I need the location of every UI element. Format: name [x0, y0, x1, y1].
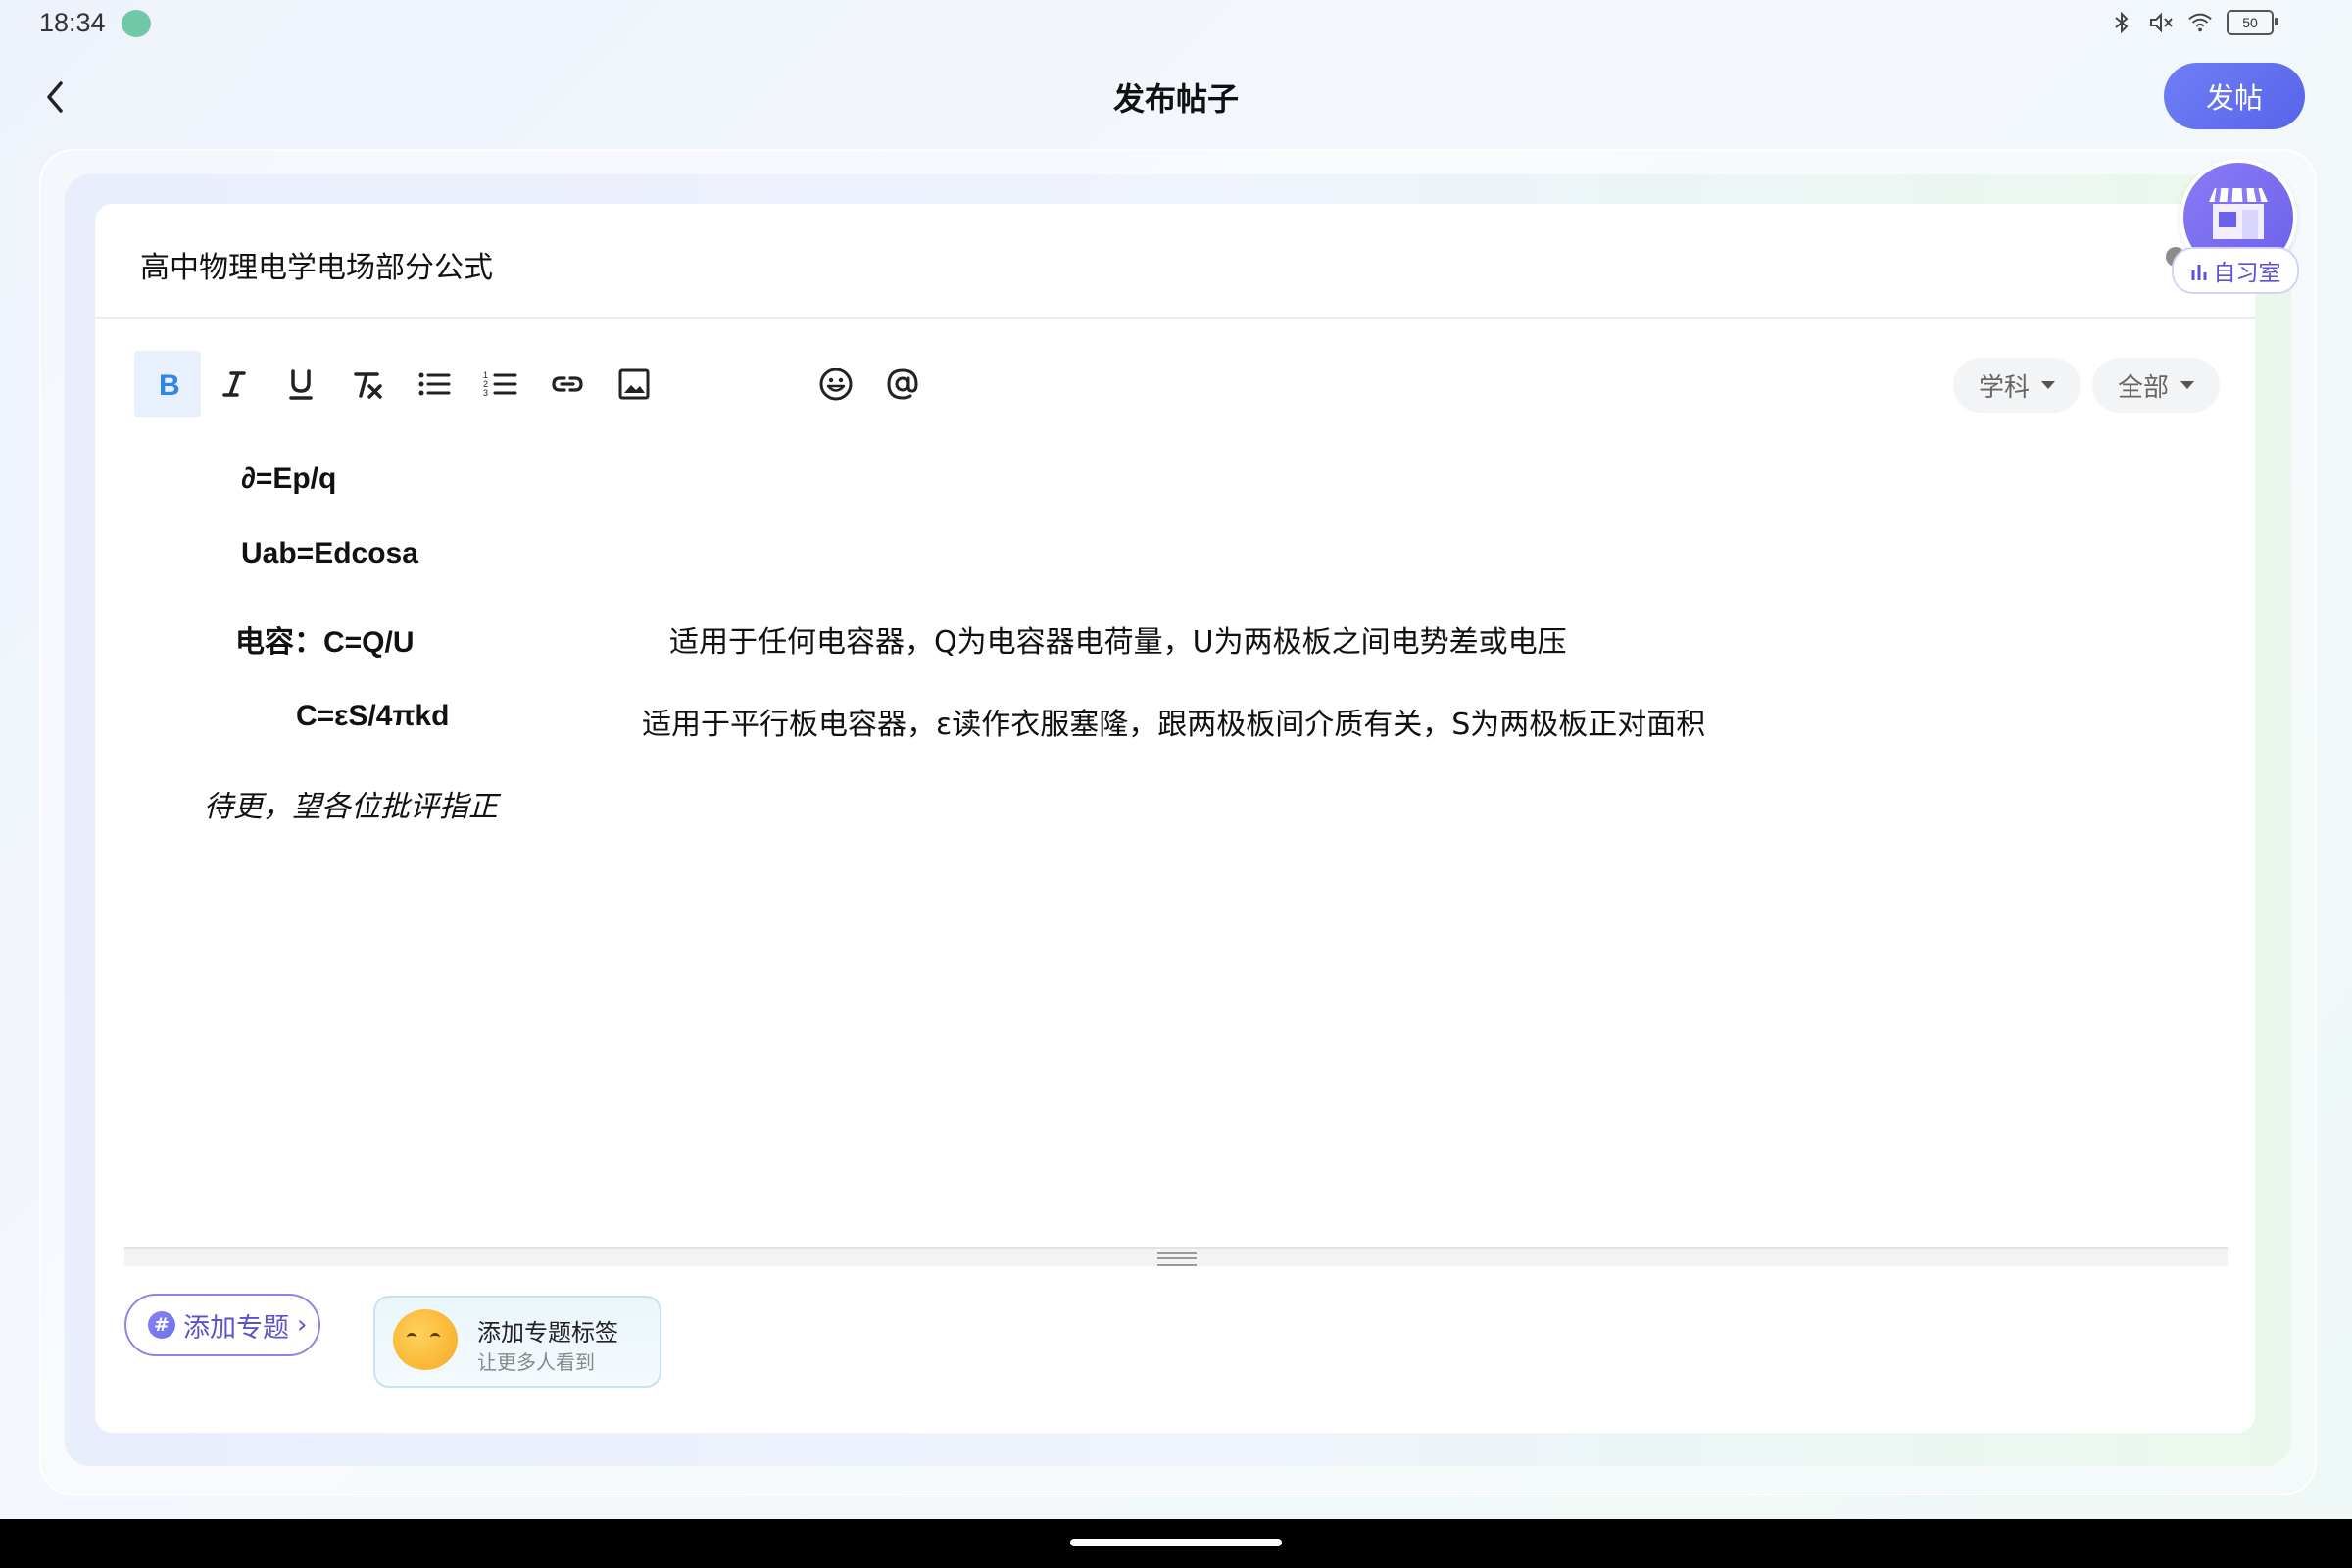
publish-button[interactable]: 发帖	[2164, 63, 2305, 129]
formula-line: ∂=Ep/q	[241, 463, 337, 495]
underline-button[interactable]	[268, 351, 334, 417]
tip-title: 添加专题标签	[477, 1319, 618, 1347]
formula-note: 适用于任何电容器，Q为电容器电荷量，U为两极板之间电势差或电压	[669, 625, 1567, 660]
wifi-icon	[2187, 10, 2213, 35]
formula-note: 适用于平行板电容器，ε读作衣服塞隆，跟两极板间介质有关，S为两极板正对面积	[642, 708, 1706, 742]
svg-text:3: 3	[483, 388, 488, 398]
underline-icon	[289, 369, 313, 400]
study-room-text: 自习室	[2213, 261, 2281, 286]
image-icon	[618, 368, 650, 400]
tip-subtitle: 让更多人看到	[477, 1350, 595, 1374]
italic-icon	[222, 371, 246, 397]
hug-emoji-icon	[393, 1309, 458, 1370]
add-topic-label: 添加专题	[183, 1312, 289, 1344]
format-toolbar: B 123 学科 全部	[134, 351, 2220, 419]
title-divider	[95, 317, 2255, 318]
header: 发布帖子 发帖	[0, 59, 2352, 137]
formula-line: C=εS/4πkd	[296, 700, 450, 732]
system-nav-bar	[0, 1519, 2352, 1568]
app-notification-icon	[122, 10, 151, 37]
subject-dropdown[interactable]: 学科	[1953, 358, 2081, 413]
shop-icon	[2209, 187, 2268, 239]
hash-icon: #	[148, 1311, 175, 1339]
clear-format-icon	[354, 372, 382, 399]
bluetooth-icon	[2109, 10, 2134, 35]
status-time: 18:34	[39, 8, 106, 37]
home-gesture-bar[interactable]	[1070, 1539, 1282, 1546]
resize-handle[interactable]	[124, 1247, 2228, 1266]
numbered-list-icon: 123	[483, 370, 517, 398]
status-bar: 18:34 50	[0, 0, 2352, 49]
mention-button[interactable]	[869, 351, 936, 417]
at-icon	[887, 368, 918, 400]
italic-button[interactable]	[201, 351, 268, 417]
scope-dropdown-label: 全部	[2117, 372, 2169, 403]
page-title: 发布帖子	[1112, 80, 1239, 118]
clear-format-button[interactable]	[334, 351, 401, 417]
emoji-button[interactable]	[803, 351, 869, 417]
bullet-list-button[interactable]	[401, 351, 467, 417]
post-title-input[interactable]: 高中物理电学电场部分公式	[140, 243, 493, 286]
numbered-list-button[interactable]: 123	[467, 351, 534, 417]
bullet-list-icon	[418, 372, 451, 396]
editor-card: 高中物理电学电场部分公式 B 123 学科 全部 ∂=Ep/q Uab=Edco…	[95, 204, 2255, 1433]
caret-down-icon	[2041, 381, 2055, 389]
svg-text:B: B	[159, 369, 180, 402]
status-icons: 50	[2109, 10, 2278, 35]
battery-indicator: 50	[2227, 10, 2278, 35]
add-topic-button[interactable]: # 添加专题 ›	[124, 1294, 320, 1356]
grip-icon	[1157, 1252, 1197, 1266]
closing-note: 待更，望各位批评指正	[204, 790, 498, 824]
bold-icon: B	[159, 369, 180, 402]
link-button[interactable]	[534, 351, 601, 417]
scope-dropdown[interactable]: 全部	[2092, 358, 2220, 413]
study-room-widget[interactable]: 自习室	[2166, 153, 2303, 300]
bar-chart-icon	[2191, 265, 2206, 280]
subject-dropdown-label: 学科	[1978, 372, 2030, 403]
mute-icon	[2148, 10, 2174, 35]
formula-line: 电容：C=Q/U	[235, 626, 415, 659]
chevron-right-icon: ›	[297, 1310, 308, 1340]
image-button[interactable]	[601, 351, 667, 417]
study-room-label: 自习室	[2172, 247, 2299, 294]
caret-down-icon	[2180, 381, 2194, 389]
bold-button[interactable]: B	[134, 351, 201, 417]
emoji-icon	[819, 368, 853, 401]
topic-tip-bubble: 添加专题标签 让更多人看到	[373, 1296, 662, 1388]
link-icon	[552, 376, 583, 392]
formula-line: Uab=Edcosa	[241, 537, 418, 569]
